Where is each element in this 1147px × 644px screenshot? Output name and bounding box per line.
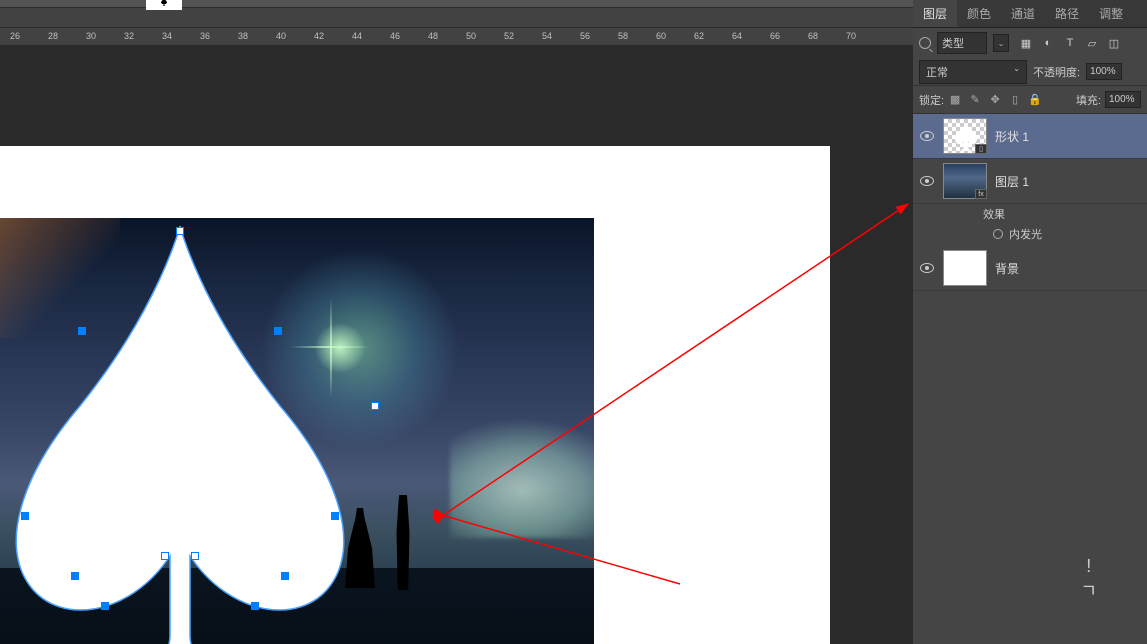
opacity-input[interactable]: 100% [1086, 63, 1122, 80]
ruler-tick: 30 [86, 31, 96, 41]
layer-filter-row: 类型 ⌄ ▦ ◐ T ▱ ◫ [913, 28, 1147, 58]
ruler-tick: 64 [732, 31, 742, 41]
path-anchor[interactable] [161, 552, 169, 560]
effect-item[interactable]: 内发光 [913, 224, 1147, 246]
effects-label[interactable]: 效果 [913, 204, 1147, 224]
path-anchor[interactable] [281, 572, 289, 580]
path-anchor[interactable] [101, 602, 109, 610]
ruler-tick: 56 [580, 31, 590, 41]
hint-overlay: ! ㄱ [1080, 554, 1097, 604]
path-anchor[interactable] [331, 512, 339, 520]
lock-transparency-icon[interactable]: ▩ [948, 93, 962, 107]
path-anchor[interactable] [71, 572, 79, 580]
visibility-toggle[interactable] [919, 173, 935, 189]
layer-name-label[interactable]: 背景 [995, 260, 1019, 277]
ruler-tick: 50 [466, 31, 476, 41]
shape-preview-swatch[interactable] [146, 0, 182, 10]
filter-adjust-icon[interactable]: ◐ [1041, 36, 1055, 50]
panel-tab[interactable]: 颜色 [957, 0, 1001, 27]
lock-label: 锁定: [919, 92, 944, 108]
ruler-tick: 36 [200, 31, 210, 41]
path-anchor[interactable] [191, 552, 199, 560]
chevron-down-icon[interactable]: ⌄ [993, 34, 1009, 52]
ruler-tick: 66 [770, 31, 780, 41]
ruler-tick: 26 [10, 31, 20, 41]
lock-artboard-icon[interactable]: ▯ [1008, 93, 1022, 107]
filter-smart-icon[interactable]: ◫ [1107, 36, 1121, 50]
panel-tab[interactable]: 图层 [913, 0, 957, 27]
visibility-toggle[interactable] [919, 260, 935, 276]
ruler-tick: 58 [618, 31, 628, 41]
eye-icon [920, 131, 934, 141]
ruler-tick: 68 [808, 31, 818, 41]
layer-row[interactable]: fx 图层 1 [913, 159, 1147, 204]
panel-tab[interactable]: 路径 [1045, 0, 1089, 27]
path-anchor[interactable] [78, 327, 86, 335]
layer-row[interactable]: 背景 [913, 246, 1147, 291]
ruler-tick: 38 [238, 31, 248, 41]
path-anchor[interactable] [251, 602, 259, 610]
canvas-viewport[interactable] [0, 46, 913, 644]
right-panel-dock: 图层颜色通道路径调整 类型 ⌄ ▦ ◐ T ▱ ◫ 正常 ⌄ 不透明度: 100… [913, 0, 1147, 644]
fill-label: 填充: [1076, 92, 1101, 108]
document-canvas[interactable] [0, 146, 830, 644]
spade-icon [159, 0, 169, 7]
panel-tab-bar: 图层颜色通道路径调整 [913, 0, 1147, 28]
ruler-tick: 48 [428, 31, 438, 41]
filter-shape-icon[interactable]: ▱ [1085, 36, 1099, 50]
shape-layer-spade[interactable] [0, 206, 380, 644]
opacity-label: 不透明度: [1033, 64, 1080, 80]
eye-icon [920, 176, 934, 186]
horizontal-ruler[interactable]: 26 28 30 32 34 36 38 40 42 44 46 48 50 52 54 56 58 60 62 64… [0, 28, 913, 46]
fill-input[interactable]: 100% [1105, 91, 1141, 108]
ruler-tick: 40 [276, 31, 286, 41]
lock-pixels-icon[interactable]: ✎ [968, 93, 982, 107]
path-anchor[interactable] [21, 512, 29, 520]
thumbnail-badge: ▯ [975, 144, 987, 154]
panel-tab[interactable]: 调整 [1089, 0, 1133, 27]
filter-image-icon[interactable]: ▦ [1019, 36, 1033, 50]
panel-tab[interactable]: 通道 [1001, 0, 1045, 27]
lock-position-icon[interactable]: ✥ [988, 93, 1002, 107]
blend-opacity-row: 正常 ⌄ 不透明度: 100% [913, 58, 1147, 86]
ruler-tick: 34 [162, 31, 172, 41]
search-icon [919, 37, 931, 49]
path-anchor[interactable] [274, 327, 282, 335]
ruler-tick: 62 [694, 31, 704, 41]
layer-thumbnail[interactable]: fx [943, 163, 987, 199]
ruler-tick: 60 [656, 31, 666, 41]
layer-filter-type-dropdown[interactable]: 类型 [937, 32, 987, 54]
ruler-tick: 32 [124, 31, 134, 41]
fx-visibility-icon[interactable] [993, 229, 1003, 239]
layer-row[interactable]: ▯ 形状 1 [913, 114, 1147, 159]
visibility-toggle[interactable] [919, 128, 935, 144]
lock-all-icon[interactable]: 🔒 [1028, 93, 1042, 107]
lock-fill-row: 锁定: ▩ ✎ ✥ ▯ 🔒 填充: 100% [913, 86, 1147, 114]
ruler-tick: 70 [846, 31, 856, 41]
layer-name-label[interactable]: 图层 1 [995, 173, 1029, 190]
layers-list: ▯ 形状 1 fx 图层 1 效果内发光背景 [913, 114, 1147, 291]
filter-type-icon[interactable]: T [1063, 36, 1077, 50]
blend-mode-dropdown[interactable]: 正常 ⌄ [919, 60, 1027, 84]
eye-icon [920, 263, 934, 273]
ruler-tick: 46 [390, 31, 400, 41]
layer-thumbnail[interactable]: ▯ [943, 118, 987, 154]
ruler-tick: 54 [542, 31, 552, 41]
ruler-tick: 28 [48, 31, 58, 41]
layer-thumbnail[interactable] [943, 250, 987, 286]
ruler-tick: 42 [314, 31, 324, 41]
layer-name-label[interactable]: 形状 1 [995, 128, 1029, 145]
thumbnail-badge: fx [975, 189, 987, 199]
ruler-tick: 52 [504, 31, 514, 41]
path-anchor[interactable] [371, 402, 379, 410]
ruler-tick: 44 [352, 31, 362, 41]
path-anchor[interactable] [176, 227, 184, 235]
